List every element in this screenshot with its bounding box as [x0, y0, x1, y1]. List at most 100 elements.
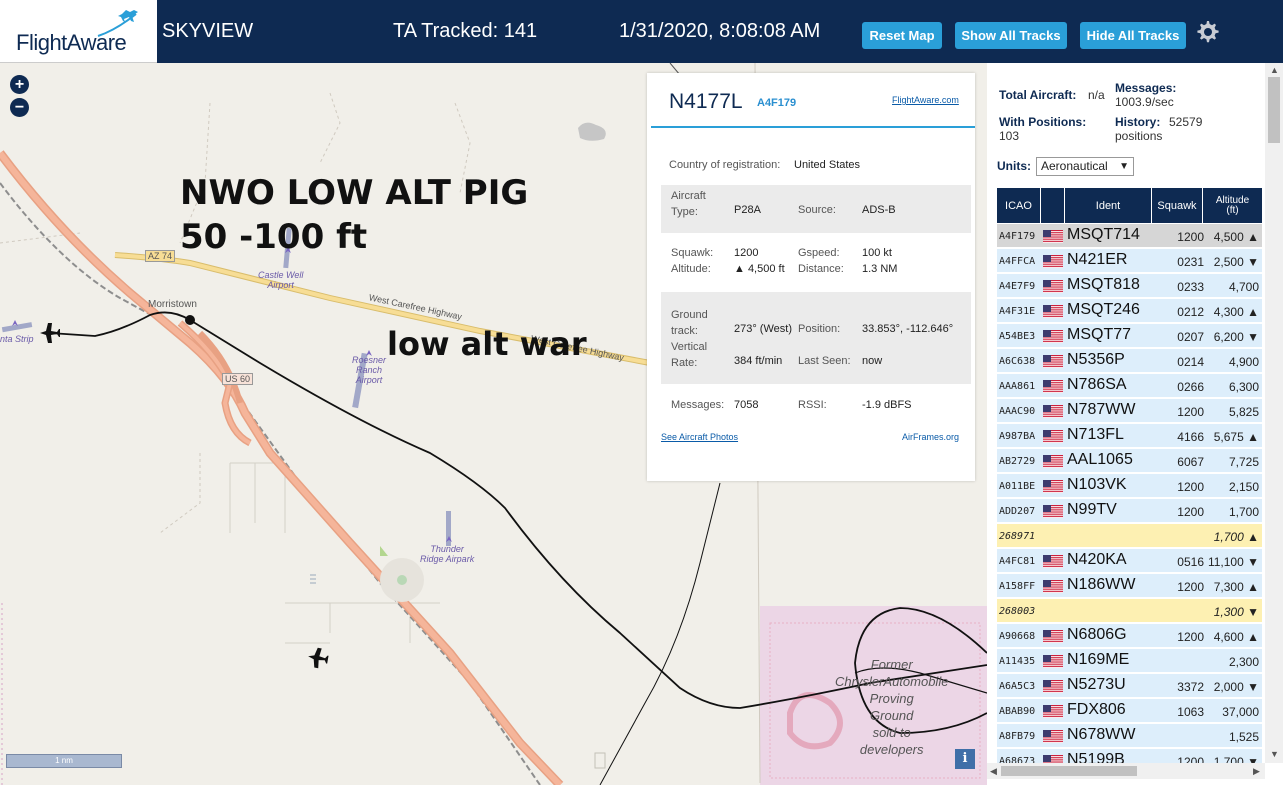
- table-row[interactable]: A4F179 MSQT714 1200 4,500 ▲: [997, 224, 1262, 248]
- row-squawk: 0233: [1177, 280, 1204, 294]
- table-row[interactable]: A4FFCA N421ER 0231 2,500 ▼: [997, 249, 1262, 273]
- table-row[interactable]: A6A5C3 N5273U 3372 2,000 ▼: [997, 674, 1262, 698]
- row-altitude: 2,150: [1228, 480, 1259, 494]
- us-flag-icon: [1043, 305, 1063, 318]
- row-icao: 268971: [999, 531, 1036, 542]
- with-positions-value: 103: [999, 129, 1020, 143]
- vertical-scroll-thumb[interactable]: [1268, 77, 1280, 143]
- row-ident: N6806G: [1067, 626, 1127, 643]
- us-flag-icon: [1043, 380, 1063, 393]
- row-altitude: 11,100 ▼: [1207, 555, 1259, 569]
- scroll-right-icon[interactable]: ▶: [1253, 766, 1260, 777]
- table-row[interactable]: AAA861 N786SA 0266 6,300: [997, 374, 1262, 398]
- table-row[interactable]: A4E7F9 MSQT818 0233 4,700: [997, 274, 1262, 298]
- history-label: History:: [1115, 115, 1161, 129]
- skyview-app: FlightAware SKYVIEW TA Tracked: 141 1/31…: [0, 0, 1283, 785]
- scroll-down-icon[interactable]: ▼: [1270, 749, 1279, 759]
- row-icao: A54BE3: [999, 331, 1036, 342]
- table-row[interactable]: A90668 N6806G 1200 4,600 ▲: [997, 624, 1262, 648]
- row-altitude: 2,000 ▼: [1213, 680, 1259, 694]
- col-header-ident[interactable]: Ident: [1065, 188, 1151, 223]
- row-ident: N713FL: [1067, 426, 1124, 443]
- row-squawk: 1200: [1177, 405, 1204, 419]
- table-row[interactable]: A4FC81 N420KA 0516 11,100 ▼: [997, 549, 1262, 573]
- table-row[interactable]: A8FB79 N678WW 1,525: [997, 724, 1262, 748]
- former-proving-ground-label: Former ChryslerAutomobile Proving Ground…: [835, 657, 949, 757]
- gear-icon[interactable]: [1196, 20, 1220, 44]
- aircraft-type-value: P28A: [734, 204, 761, 216]
- us-flag-icon: [1043, 505, 1063, 518]
- hide-all-tracks-button[interactable]: Hide All Tracks: [1080, 22, 1186, 49]
- show-all-tracks-button[interactable]: Show All Tracks: [955, 22, 1067, 49]
- scroll-up-icon[interactable]: ▲: [1270, 65, 1279, 75]
- table-row[interactable]: A987BA N713FL 4166 5,675 ▲: [997, 424, 1262, 448]
- zoom-in-button[interactable]: +: [10, 75, 29, 94]
- col-header-altitude[interactable]: Altitude (ft): [1203, 188, 1262, 223]
- popup-ident: N4177L: [669, 90, 743, 113]
- info-button[interactable]: i: [955, 749, 975, 769]
- row-altitude: 4,700: [1228, 280, 1259, 294]
- row-squawk: 0516: [1177, 555, 1204, 569]
- reset-map-button[interactable]: Reset Map: [862, 22, 942, 49]
- vertical-rate-label: Vertical Rate:: [671, 341, 708, 369]
- row-icao: AAAC90: [999, 406, 1036, 417]
- gspeed-label: Gspeed:: [798, 247, 840, 259]
- row-icao: A987BA: [999, 431, 1036, 442]
- row-squawk: 0212: [1177, 305, 1204, 319]
- horizontal-scroll-thumb[interactable]: [1001, 766, 1137, 776]
- col-header-icao[interactable]: ICAO: [997, 188, 1040, 223]
- row-icao: A4E7F9: [999, 281, 1036, 292]
- flightaware-logo[interactable]: FlightAware: [0, 0, 157, 63]
- us-flag-icon: [1043, 255, 1063, 268]
- row-squawk: 1200: [1177, 230, 1204, 244]
- table-row[interactable]: AAAC90 N787WW 1200 5,825: [997, 399, 1262, 423]
- table-row[interactable]: A11435 N169ME 2,300: [997, 649, 1262, 673]
- row-squawk: 1200: [1177, 505, 1204, 519]
- total-aircraft-value: n/a: [1088, 88, 1105, 102]
- table-row[interactable]: A158FF N186WW 1200 7,300 ▲: [997, 574, 1262, 598]
- row-altitude: 5,675 ▲: [1213, 430, 1259, 444]
- us-flag-icon: [1043, 430, 1063, 443]
- row-squawk: 1200: [1177, 580, 1204, 594]
- row-ident: MSQT77: [1067, 326, 1132, 343]
- flightaware-link[interactable]: FlightAware.com: [892, 95, 959, 105]
- vertical-scrollbar[interactable]: ▲ ▼: [1265, 63, 1283, 763]
- row-ident: N103VK: [1067, 476, 1127, 493]
- us-flag-icon: [1043, 355, 1063, 368]
- us-flag-icon: [1043, 680, 1063, 693]
- table-row[interactable]: A54BE3 MSQT77 0207 6,200 ▼: [997, 324, 1262, 348]
- us-flag-icon: [1043, 555, 1063, 568]
- source-value: ADS-B: [862, 204, 896, 216]
- popup-hex-code: A4F179: [757, 97, 797, 109]
- table-row[interactable]: AB2729 AAL1065 6067 7,725: [997, 449, 1262, 473]
- horizontal-scrollbar[interactable]: ◀ ▶: [987, 763, 1265, 779]
- row-ident: N169ME: [1067, 651, 1130, 668]
- ground-track-label: Ground track:: [671, 309, 708, 337]
- table-row[interactable]: A6C638 N5356P 0214 4,900: [997, 349, 1262, 373]
- row-icao: A90668: [999, 631, 1036, 642]
- units-label: Units:: [997, 159, 1031, 173]
- us-flag-icon: [1043, 630, 1063, 643]
- row-ident: N421ER: [1067, 251, 1128, 268]
- row-ident: N5273U: [1067, 676, 1126, 693]
- last-seen-value: now: [862, 355, 883, 367]
- scroll-left-icon[interactable]: ◀: [990, 766, 997, 777]
- row-ident: N5356P: [1067, 351, 1125, 368]
- col-header-flag[interactable]: [1041, 188, 1064, 223]
- row-icao: ADD207: [999, 506, 1036, 517]
- table-row[interactable]: 268971 1,700 ▲: [997, 524, 1262, 548]
- zoom-out-button[interactable]: −: [10, 98, 29, 117]
- table-row[interactable]: ABAB90 FDX806 1063 37,000: [997, 699, 1262, 723]
- table-row[interactable]: A011BE N103VK 1200 2,150: [997, 474, 1262, 498]
- airframes-link[interactable]: AirFrames.org: [902, 432, 959, 442]
- messages-rate-value: 1003.9/sec: [1115, 95, 1174, 109]
- row-icao: AAA861: [999, 381, 1036, 392]
- table-row[interactable]: A4F31E MSQT246 0212 4,300 ▲: [997, 299, 1262, 323]
- row-icao: A11435: [999, 656, 1036, 667]
- table-row[interactable]: 268003 1,300 ▼: [997, 599, 1262, 623]
- aircraft-popup: N4177L A4F179 FlightAware.com Country of…: [647, 73, 975, 481]
- col-header-squawk[interactable]: Squawk: [1152, 188, 1202, 223]
- units-select[interactable]: Aeronautical ▼: [1036, 157, 1134, 176]
- table-row[interactable]: ADD207 N99TV 1200 1,700: [997, 499, 1262, 523]
- aircraft-photos-link[interactable]: See Aircraft Photos: [661, 432, 738, 442]
